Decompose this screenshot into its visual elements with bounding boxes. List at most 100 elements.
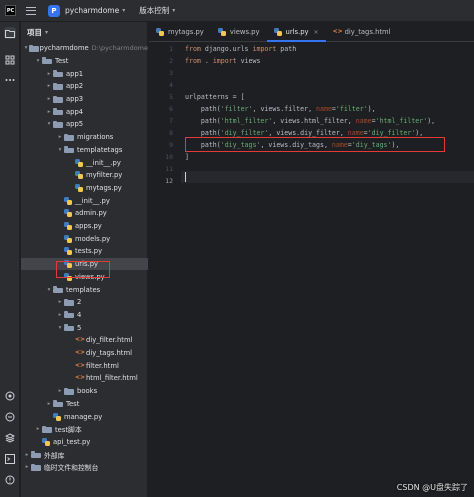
line-number: 8 xyxy=(169,129,173,137)
folder-icon xyxy=(42,57,52,65)
tree-item[interactable]: ▸ 2 xyxy=(21,296,148,309)
tree-item[interactable]: ▸ 外部库 xyxy=(21,448,148,461)
tree-item[interactable]: ▸ migrations xyxy=(21,131,148,144)
folder-icon xyxy=(53,286,63,294)
tree-item[interactable]: ▸ Test xyxy=(21,398,148,411)
tree-item[interactable]: <> diy_tags.html xyxy=(21,347,148,360)
tree-item[interactable]: ▸ 4 xyxy=(21,309,148,322)
tree-item[interactable]: ▾ 5 xyxy=(21,321,148,334)
terminal-icon[interactable] xyxy=(4,453,16,465)
chevron-right-icon[interactable]: ▸ xyxy=(45,71,53,77)
chevron-right-icon[interactable]: ▸ xyxy=(45,401,53,407)
chevron-right-icon[interactable]: ▸ xyxy=(56,388,64,394)
editor-tab[interactable]: views.py xyxy=(211,22,267,42)
folder-icon xyxy=(53,95,63,103)
tree-item-label: 2 xyxy=(77,298,82,307)
folder-icon xyxy=(64,298,74,306)
chevron-down-icon[interactable]: ▾ xyxy=(45,29,48,36)
services-icon[interactable] xyxy=(4,432,16,444)
tree-item-label: models.py xyxy=(75,234,111,243)
tree-item[interactable]: api_test.py xyxy=(21,436,148,449)
chevron-right-icon[interactable]: ▸ xyxy=(56,312,64,318)
project-name[interactable]: pycharmdome xyxy=(65,6,119,15)
tree-item[interactable]: ▸ 临时文件和控制台 xyxy=(21,461,148,474)
code-line[interactable]: ] xyxy=(185,151,189,163)
chevron-right-icon[interactable]: ▸ xyxy=(56,299,64,305)
tree-item-label: Test xyxy=(66,399,80,408)
tree-item-label: __init__.py xyxy=(86,158,121,167)
code-line[interactable]: path('html_filter', views.html_filter, n… xyxy=(185,115,435,127)
python-file-icon xyxy=(156,28,164,36)
tree-item[interactable]: ▸ app4 xyxy=(21,106,148,119)
code-line[interactable]: urlpatterns = [ xyxy=(185,91,245,103)
chevron-down-icon[interactable]: ▾ xyxy=(45,287,53,293)
tree-item-label: app1 xyxy=(66,69,84,78)
tree-item[interactable]: ▾ app5 xyxy=(21,118,148,131)
tree-item[interactable]: ▾ templates xyxy=(21,283,148,296)
folder-icon xyxy=(53,108,63,116)
tree-item-path: D:\pycharmdome xyxy=(91,44,148,53)
tree-item[interactable]: ▾ pycharmdome D:\pycharmdome xyxy=(21,42,148,55)
folder-icon xyxy=(42,425,52,433)
chevron-down-icon[interactable]: ▾ xyxy=(45,121,53,127)
chevron-down-icon[interactable]: ▾ xyxy=(34,58,42,64)
tree-item[interactable]: ▾ Test xyxy=(21,55,148,68)
folder-icon[interactable] xyxy=(4,27,16,39)
tree-item[interactable]: manage.py xyxy=(21,410,148,423)
tree-item[interactable]: myfilter.py xyxy=(21,169,148,182)
tree-item-label: diy_tags.html xyxy=(86,349,132,358)
chevron-right-icon[interactable]: ▸ xyxy=(45,109,53,115)
chevron-down-icon[interactable]: ▾ xyxy=(56,147,64,153)
close-icon[interactable]: × xyxy=(314,29,319,36)
chevron-down-icon[interactable]: ▾ xyxy=(172,7,175,14)
tree-item[interactable]: ▸ test脚本 xyxy=(21,423,148,436)
tree-item[interactable]: ▸ app3 xyxy=(21,93,148,106)
chevron-right-icon[interactable]: ▸ xyxy=(23,464,31,470)
tree-item[interactable]: ▸ app1 xyxy=(21,67,148,80)
chevron-right-icon[interactable]: ▸ xyxy=(45,96,53,102)
editor-tab[interactable]: mytags.py xyxy=(149,22,211,42)
structure-icon[interactable] xyxy=(4,54,16,66)
project-badge[interactable]: P xyxy=(48,4,60,17)
editor-tabs: mytags.py views.py urls.py × <> diy_tags.html xyxy=(149,22,474,42)
main-menu-icon[interactable] xyxy=(26,6,36,15)
tree-item[interactable]: <> filter.html xyxy=(21,360,148,373)
tree-item[interactable]: <> diy_filter.html xyxy=(21,334,148,347)
folder-icon xyxy=(29,44,39,52)
python-packages-icon[interactable] xyxy=(4,390,16,402)
code-line[interactable]: from . import views xyxy=(185,55,260,67)
tree-item[interactable]: ▾ templatetags xyxy=(21,144,148,157)
folder-icon xyxy=(64,146,74,154)
tree-item[interactable]: ▸ books xyxy=(21,385,148,398)
project-panel-header[interactable]: 项目 ▾ xyxy=(21,22,147,42)
tree-item[interactable]: tests.py xyxy=(21,245,148,258)
tree-item[interactable]: <> html_filter.html xyxy=(21,372,148,385)
tree-item[interactable]: apps.py xyxy=(21,220,148,233)
tree-item[interactable]: admin.py xyxy=(21,207,148,220)
editor-tab[interactable]: urls.py × xyxy=(266,22,326,42)
more-icon[interactable] xyxy=(4,74,16,86)
code-line[interactable]: from django.urls import path xyxy=(185,43,296,55)
chevron-right-icon[interactable]: ▸ xyxy=(45,83,53,89)
editor-tab[interactable]: <> diy_tags.html xyxy=(326,22,398,42)
python-console-icon[interactable] xyxy=(4,411,16,423)
problems-icon[interactable] xyxy=(4,474,16,486)
current-line-highlight xyxy=(181,171,474,183)
tree-item[interactable]: mytags.py xyxy=(21,182,148,195)
code-editor[interactable]: 1 2 3 4 5 6 7 8 9 10 11 12 from django.urls import … xyxy=(149,43,474,497)
line-number-gutter: 1 2 3 4 5 6 7 8 9 10 11 12 xyxy=(149,43,181,497)
chevron-right-icon[interactable]: ▸ xyxy=(56,134,64,140)
tree-item[interactable]: __init__.py xyxy=(21,194,148,207)
line-number: 5 xyxy=(169,93,173,101)
tree-item[interactable]: __init__.py xyxy=(21,156,148,169)
vcs-menu[interactable]: 版本控制 xyxy=(139,5,169,16)
code-line[interactable]: path('filter', views.filter, name='filte… xyxy=(185,103,376,115)
folder-icon xyxy=(53,120,63,128)
chevron-down-icon[interactable]: ▾ xyxy=(122,7,125,14)
tree-item[interactable]: ▸ app2 xyxy=(21,80,148,93)
chevron-right-icon[interactable]: ▸ xyxy=(34,426,42,432)
tree-item[interactable]: models.py xyxy=(21,233,148,246)
chevron-down-icon[interactable]: ▾ xyxy=(56,325,64,331)
folder-icon xyxy=(64,133,74,141)
chevron-right-icon[interactable]: ▸ xyxy=(23,452,31,458)
